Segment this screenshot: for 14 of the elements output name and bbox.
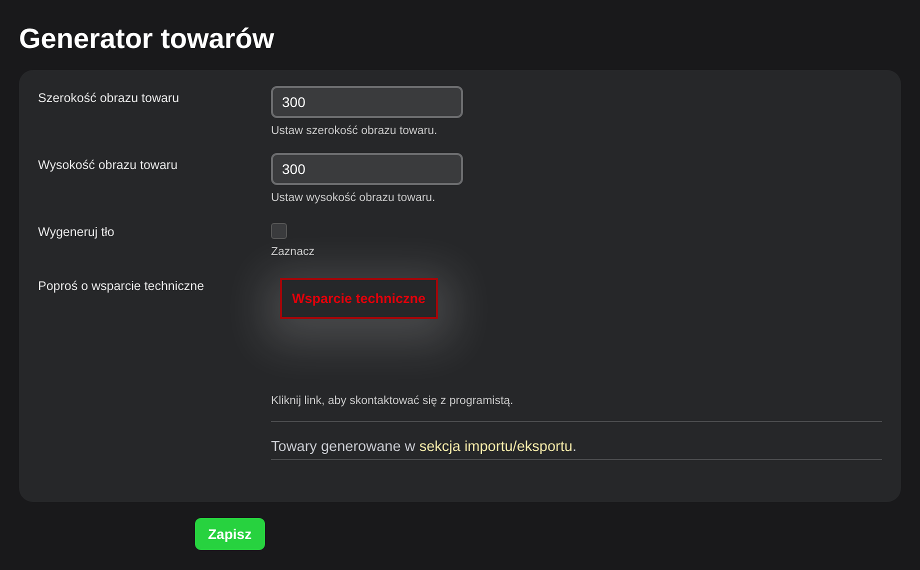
help-text: Zaznacz: [271, 246, 314, 258]
number-field[interactable]: 300: [271, 86, 463, 118]
checkbox[interactable]: [271, 223, 287, 239]
number-field[interactable]: 300: [271, 153, 463, 185]
field-label: Wygeneruj tło: [38, 224, 116, 239]
help-text: Ustaw wysokość obrazu towaru.: [271, 192, 436, 204]
field-label: Szerokość obrazu towaru: [38, 90, 180, 105]
help-text: Ustaw szerokość obrazu towaru.: [271, 125, 438, 137]
help-text: Kliknij link, aby skontaktować się z programistą.: [271, 395, 514, 407]
field-label: Wysokość obrazu towaru: [38, 157, 179, 172]
section-link[interactable]: sekcja importu/eksportu: [419, 439, 572, 455]
field-label: Poproś o wsparcie techniczne: [38, 278, 206, 293]
info-text: Towary generowane w sekcja importu/eksportu.: [271, 439, 882, 460]
page-title: Generator towarów: [19, 22, 276, 56]
